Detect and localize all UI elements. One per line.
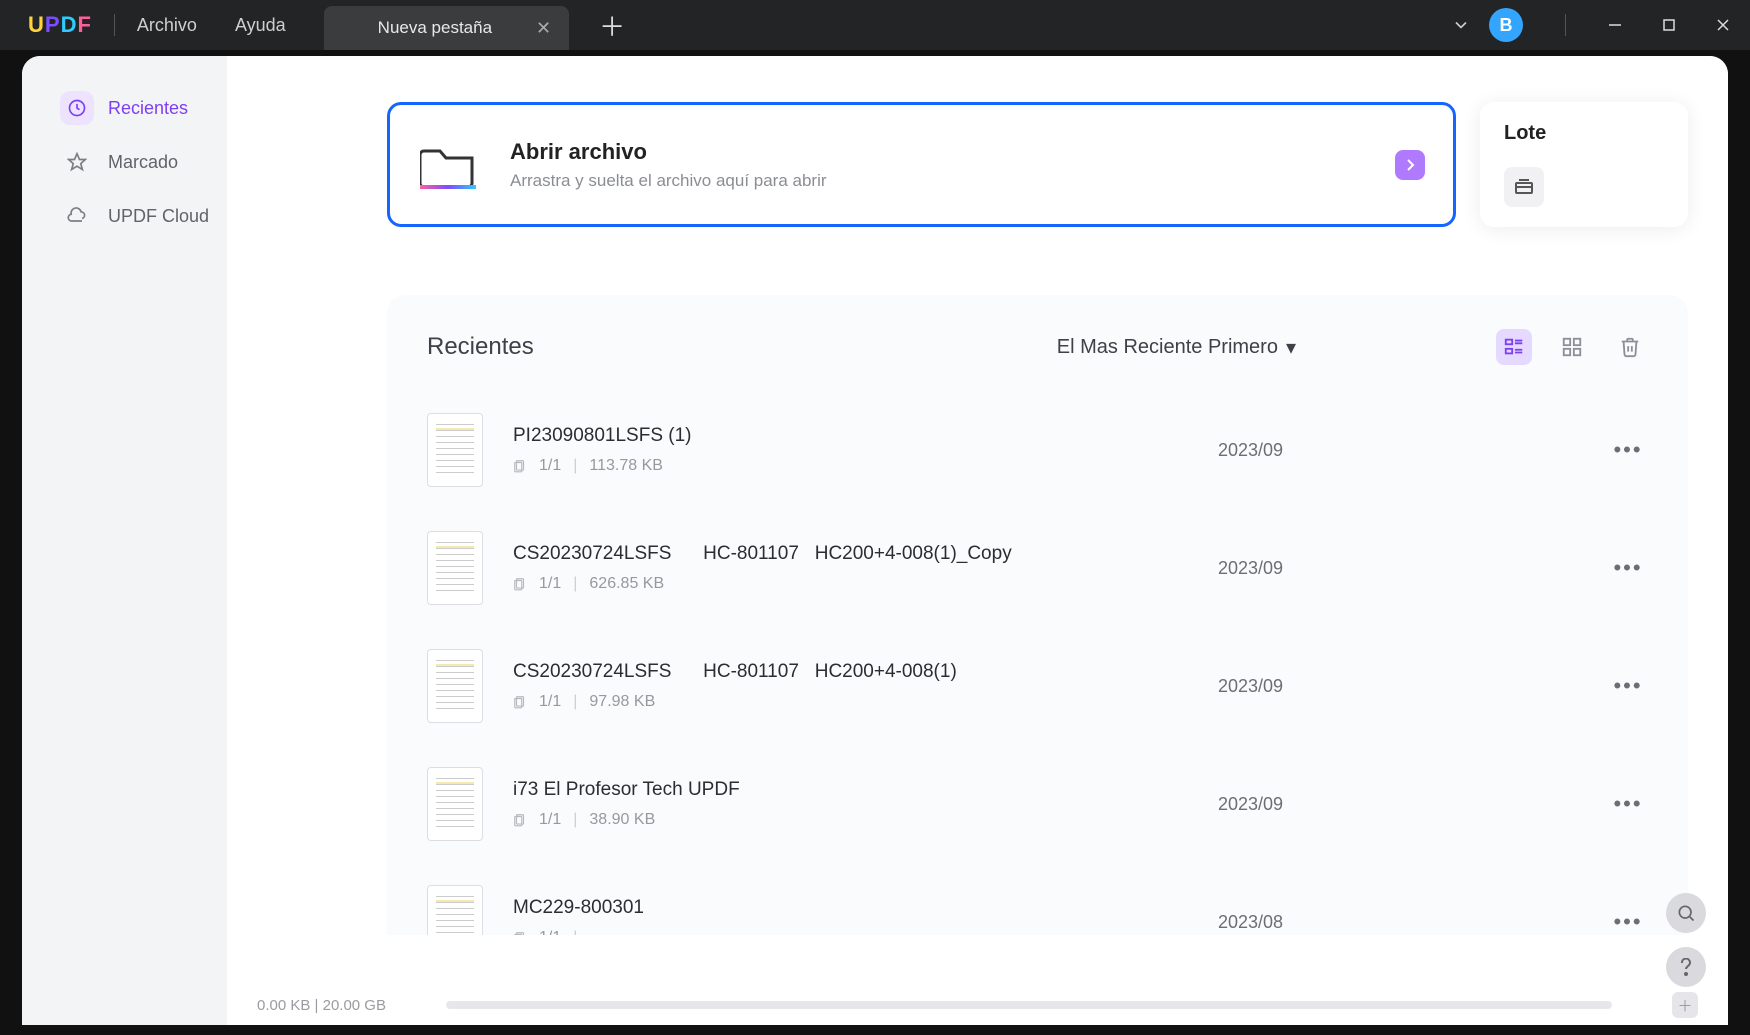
file-thumbnail <box>427 649 483 723</box>
file-row[interactable]: MC229-8003011/1|2023/08••• <box>427 863 1648 935</box>
sidebar: Recientes Marcado UPDF Cloud <box>22 56 227 1025</box>
clock-icon <box>60 91 94 125</box>
window-close-button[interactable] <box>1696 0 1750 50</box>
file-thumbnail <box>427 413 483 487</box>
file-pages: 1/1 <box>539 929 561 935</box>
view-grid-button[interactable] <box>1554 329 1590 365</box>
file-thumbnail <box>427 885 483 935</box>
tab-active[interactable]: Nueva pestaña ✕ <box>324 6 569 50</box>
file-pages: 1/1 <box>539 575 561 593</box>
file-row[interactable]: i73 El Profesor Tech UPDF1/1|38.90 KB202… <box>427 745 1648 863</box>
file-thumbnail <box>427 531 483 605</box>
batch-card[interactable]: Lote <box>1480 102 1688 227</box>
more-button[interactable]: ••• <box>1608 673 1648 699</box>
more-button[interactable]: ••• <box>1608 555 1648 581</box>
file-name: i73 El Profesor Tech UPDF <box>513 779 1218 801</box>
help-button[interactable] <box>1666 947 1706 987</box>
titlebar: UPDF Archivo Ayuda Nueva pestaña ✕ ＋ B <box>0 0 1750 50</box>
main-content: Abrir archivo Arrastra y suelta el archi… <box>227 56 1728 985</box>
cloud-icon <box>60 199 94 233</box>
view-list-button[interactable] <box>1496 329 1532 365</box>
app-window: Recientes Marcado UPDF Cloud <box>22 56 1728 1025</box>
file-row[interactable]: CS20230724LSFS HC-801107 HC200+4-008(1)_… <box>427 509 1648 627</box>
pages-icon <box>513 813 527 827</box>
file-pages: 1/1 <box>539 457 561 475</box>
file-row[interactable]: CS20230724LSFS HC-801107 HC200+4-008(1) 1… <box>427 627 1648 745</box>
window-minimize-button[interactable] <box>1588 0 1642 50</box>
open-file-title: Abrir archivo <box>510 139 827 165</box>
new-tab-button[interactable]: ＋ <box>599 7 625 44</box>
file-date: 2023/09 <box>1218 794 1328 815</box>
chevron-down-icon[interactable] <box>1451 15 1471 35</box>
file-list: PI23090801LSFS (1)1/1|113.78 KB2023/09••… <box>427 391 1648 935</box>
scanner-icon[interactable] <box>1504 167 1544 207</box>
folder-icon <box>420 139 476 191</box>
more-button[interactable]: ••• <box>1608 437 1648 463</box>
file-name: PI23090801LSFS (1) <box>513 425 1218 447</box>
pages-icon <box>513 695 527 709</box>
menu-help[interactable]: Ayuda <box>235 15 286 36</box>
app-logo: UPDF <box>28 12 92 38</box>
pages-icon <box>513 931 527 935</box>
star-icon <box>60 145 94 179</box>
sidebar-item-label: UPDF Cloud <box>108 206 209 227</box>
sidebar-item-label: Recientes <box>108 98 188 119</box>
sidebar-item-label: Marcado <box>108 152 178 173</box>
chevron-down-icon: ▾ <box>1286 335 1296 360</box>
sidebar-item-recent[interactable]: Recientes <box>34 84 215 132</box>
divider <box>114 14 115 36</box>
file-name: CS20230724LSFS HC-801107 HC200+4-008(1)_… <box>513 543 1218 565</box>
storage-footer: 0.00 KB | 20.00 GB ＋ <box>227 985 1728 1025</box>
file-size: 38.90 KB <box>589 811 655 829</box>
chevron-right-icon[interactable] <box>1395 150 1425 180</box>
file-thumbnail <box>427 767 483 841</box>
sidebar-item-marked[interactable]: Marcado <box>34 138 215 186</box>
search-button[interactable] <box>1666 893 1706 933</box>
recents-panel: Recientes El Mas Reciente Primero ▾ <box>387 295 1688 935</box>
divider <box>1565 14 1566 36</box>
sort-label: El Mas Reciente Primero <box>1057 336 1278 359</box>
batch-title: Lote <box>1504 122 1664 145</box>
window-maximize-button[interactable] <box>1642 0 1696 50</box>
storage-bar <box>446 1001 1612 1009</box>
pages-icon <box>513 459 527 473</box>
delete-button[interactable] <box>1612 329 1648 365</box>
add-storage-button[interactable]: ＋ <box>1672 992 1698 1018</box>
close-icon[interactable]: ✕ <box>536 18 551 39</box>
file-row[interactable]: PI23090801LSFS (1)1/1|113.78 KB2023/09••… <box>427 391 1648 509</box>
open-file-subtitle: Arrastra y suelta el archivo aquí para a… <box>510 171 827 191</box>
file-pages: 1/1 <box>539 811 561 829</box>
sidebar-item-cloud[interactable]: UPDF Cloud <box>34 192 215 240</box>
file-date: 2023/09 <box>1218 676 1328 697</box>
file-date: 2023/09 <box>1218 440 1328 461</box>
file-pages: 1/1 <box>539 693 561 711</box>
file-name: CS20230724LSFS HC-801107 HC200+4-008(1) <box>513 661 1218 683</box>
more-button[interactable]: ••• <box>1608 909 1648 935</box>
file-name: MC229-800301 <box>513 897 1218 919</box>
more-button[interactable]: ••• <box>1608 791 1648 817</box>
sort-dropdown[interactable]: El Mas Reciente Primero ▾ <box>1057 335 1296 360</box>
storage-text: 0.00 KB | 20.00 GB <box>257 997 386 1014</box>
file-date: 2023/08 <box>1218 912 1328 933</box>
pages-icon <box>513 577 527 591</box>
avatar[interactable]: B <box>1489 8 1523 42</box>
tab-label: Nueva pestaña <box>378 18 492 38</box>
file-size: 97.98 KB <box>589 693 655 711</box>
recents-heading: Recientes <box>427 333 534 361</box>
stage: Recientes Marcado UPDF Cloud <box>0 50 1750 1035</box>
menu-file[interactable]: Archivo <box>137 15 197 36</box>
file-size: 113.78 KB <box>589 457 663 475</box>
file-date: 2023/09 <box>1218 558 1328 579</box>
file-size: 626.85 KB <box>589 575 664 593</box>
open-file-card[interactable]: Abrir archivo Arrastra y suelta el archi… <box>387 102 1456 227</box>
